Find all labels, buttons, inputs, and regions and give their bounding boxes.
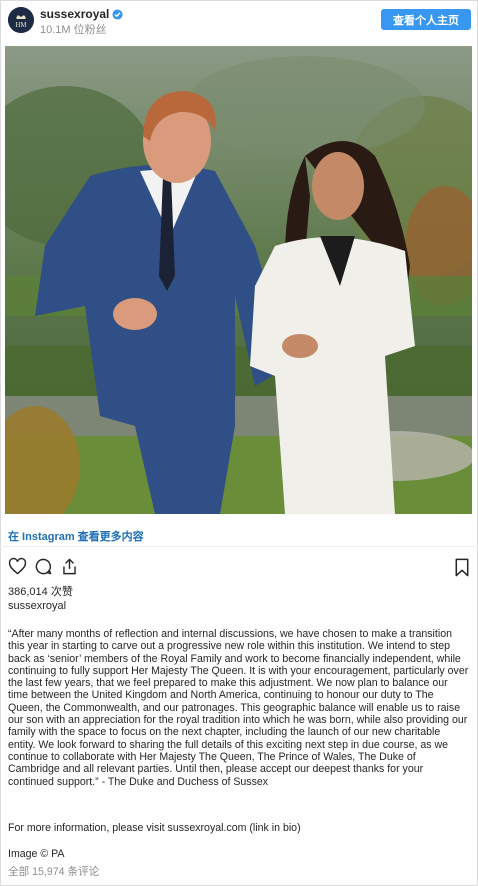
view-all-comments-link[interactable]: 全部 15,974 条评论 xyxy=(8,864,99,879)
more-info-text: For more information, please visit susse… xyxy=(8,822,301,834)
username[interactable]: sussexroyal xyxy=(40,7,109,21)
divider xyxy=(0,546,478,547)
view-on-instagram-link[interactable]: 在 Instagram 查看更多内容 xyxy=(8,528,144,544)
post-image[interactable] xyxy=(5,46,472,514)
bookmark-icon[interactable] xyxy=(454,558,470,577)
username-row: sussexroyal xyxy=(40,7,123,21)
post-caption: “After many months of reflection and int… xyxy=(8,628,469,788)
follower-count: 10.1M 位粉丝 xyxy=(40,24,107,36)
avatar[interactable]: HM xyxy=(8,7,34,33)
action-bar xyxy=(8,557,79,577)
like-count: 386,014 次赞 xyxy=(8,586,73,598)
royal-monogram-icon: HM xyxy=(8,7,34,33)
post-author[interactable]: sussexroyal xyxy=(8,600,66,612)
svg-text:HM: HM xyxy=(15,21,27,29)
view-profile-button[interactable]: 查看个人主页 xyxy=(381,9,471,30)
couple-photo xyxy=(5,46,472,514)
image-credit: Image © PA xyxy=(8,848,65,860)
share-icon[interactable] xyxy=(60,557,79,576)
comment-bubble-icon[interactable] xyxy=(34,557,53,576)
post-header: HM sussexroyal 10.1M 位粉丝 查看个人主页 xyxy=(0,0,478,40)
verified-badge-icon xyxy=(112,8,123,20)
heart-icon[interactable] xyxy=(8,557,27,576)
